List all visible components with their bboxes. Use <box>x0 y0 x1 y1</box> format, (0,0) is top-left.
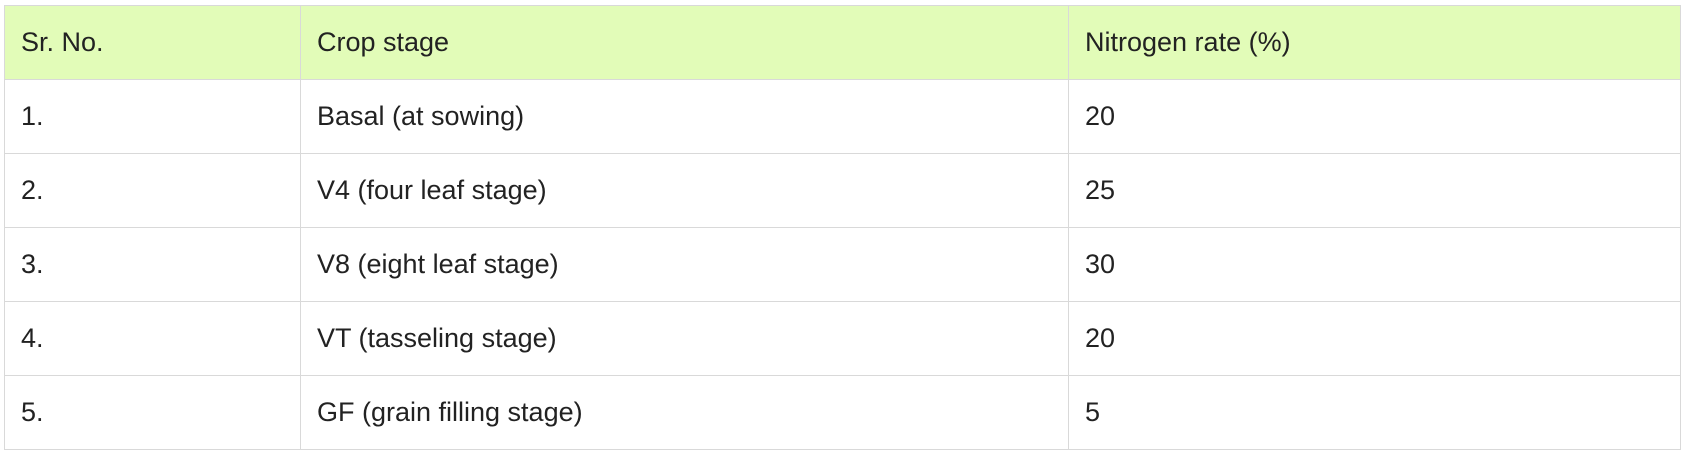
cell-crop-stage: VT (tasseling stage) <box>300 301 1069 376</box>
table-row: 5. GF (grain filling stage) 5 <box>4 375 1681 450</box>
header-nitrogen-rate: Nitrogen rate (%) <box>1068 5 1681 80</box>
header-crop-stage: Crop stage <box>300 5 1069 80</box>
table-header: Sr. No. Crop stage Nitrogen rate (%) <box>4 5 1681 80</box>
cell-nitrogen-rate: 20 <box>1068 79 1681 154</box>
table-row: 1. Basal (at sowing) 20 <box>4 79 1681 154</box>
cell-sr-no: 2. <box>4 153 301 228</box>
cell-sr-no: 3. <box>4 227 301 302</box>
cell-crop-stage: GF (grain filling stage) <box>300 375 1069 450</box>
table-body: 1. Basal (at sowing) 20 2. V4 (four leaf… <box>4 79 1681 450</box>
header-row: Sr. No. Crop stage Nitrogen rate (%) <box>4 5 1681 80</box>
cell-sr-no: 5. <box>4 375 301 450</box>
cell-nitrogen-rate: 25 <box>1068 153 1681 228</box>
nitrogen-schedule-table: Sr. No. Crop stage Nitrogen rate (%) 1. … <box>4 5 1681 450</box>
nitrogen-schedule-table-container: Sr. No. Crop stage Nitrogen rate (%) 1. … <box>4 5 1681 450</box>
cell-nitrogen-rate: 30 <box>1068 227 1681 302</box>
cell-sr-no: 4. <box>4 301 301 376</box>
cell-crop-stage: Basal (at sowing) <box>300 79 1069 154</box>
table-row: 2. V4 (four leaf stage) 25 <box>4 153 1681 228</box>
cell-crop-stage: V4 (four leaf stage) <box>300 153 1069 228</box>
header-sr-no: Sr. No. <box>4 5 301 80</box>
table-row: 3. V8 (eight leaf stage) 30 <box>4 227 1681 302</box>
table-row: 4. VT (tasseling stage) 20 <box>4 301 1681 376</box>
cell-crop-stage: V8 (eight leaf stage) <box>300 227 1069 302</box>
cell-nitrogen-rate: 20 <box>1068 301 1681 376</box>
cell-sr-no: 1. <box>4 79 301 154</box>
cell-nitrogen-rate: 5 <box>1068 375 1681 450</box>
